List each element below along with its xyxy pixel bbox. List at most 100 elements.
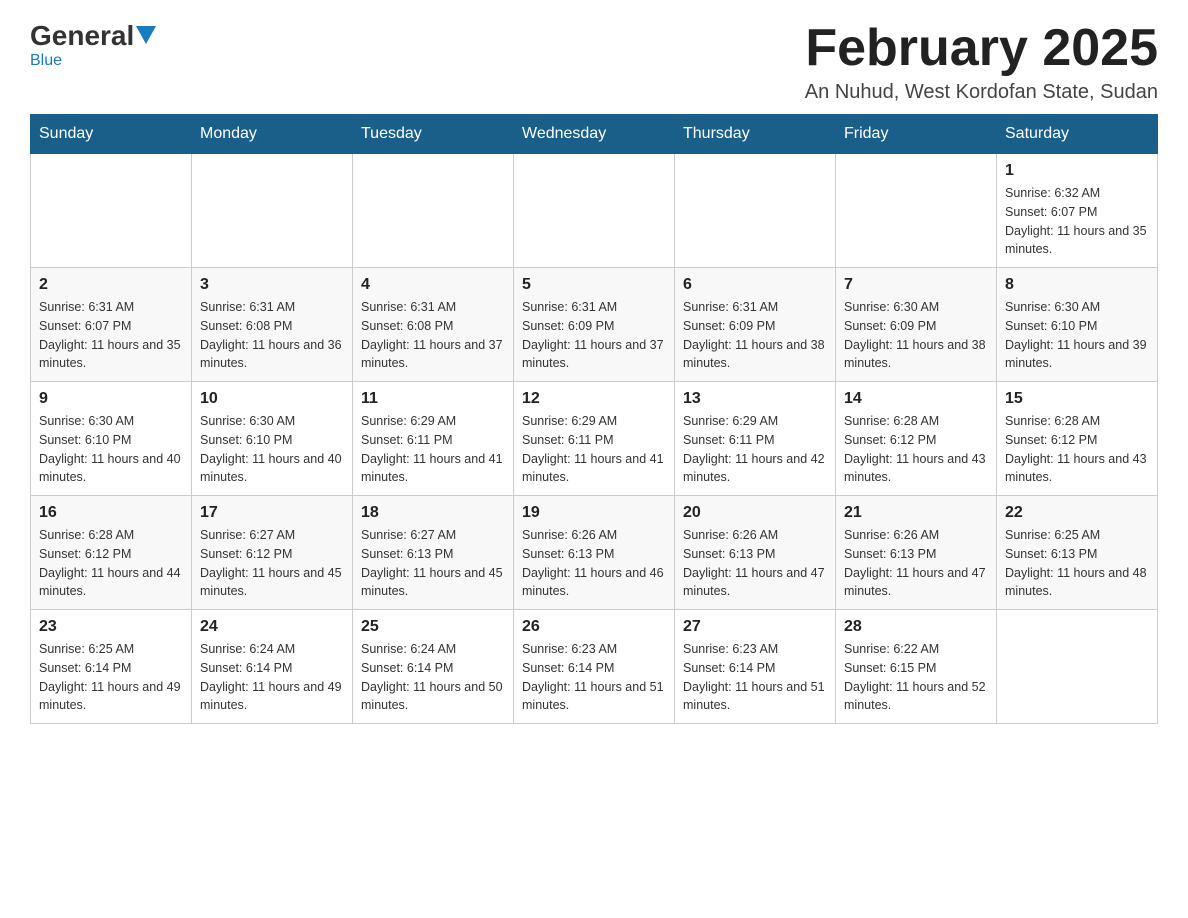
- day-info: Sunrise: 6:26 AMSunset: 6:13 PMDaylight:…: [522, 526, 666, 601]
- calendar-cell: 21 Sunrise: 6:26 AMSunset: 6:13 PMDayligh…: [836, 496, 997, 610]
- calendar-cell: 23 Sunrise: 6:25 AMSunset: 6:14 PMDayligh…: [31, 610, 192, 724]
- day-info: Sunrise: 6:26 AMSunset: 6:13 PMDaylight:…: [683, 526, 827, 601]
- calendar-cell: 8 Sunrise: 6:30 AMSunset: 6:10 PMDaylight…: [997, 268, 1158, 382]
- calendar-cell: 18 Sunrise: 6:27 AMSunset: 6:13 PMDayligh…: [353, 496, 514, 610]
- logo-blue-text: Blue: [30, 52, 62, 70]
- day-info: Sunrise: 6:31 AMSunset: 6:08 PMDaylight:…: [361, 298, 505, 373]
- calendar-cell: 20 Sunrise: 6:26 AMSunset: 6:13 PMDayligh…: [675, 496, 836, 610]
- day-info: Sunrise: 6:31 AMSunset: 6:09 PMDaylight:…: [683, 298, 827, 373]
- day-info: Sunrise: 6:27 AMSunset: 6:12 PMDaylight:…: [200, 526, 344, 601]
- calendar-cell: 10 Sunrise: 6:30 AMSunset: 6:10 PMDayligh…: [192, 382, 353, 496]
- weekday-header-row: SundayMondayTuesdayWednesdayThursdayFrid…: [31, 115, 1158, 154]
- day-number: 28: [844, 618, 988, 636]
- day-number: 24: [200, 618, 344, 636]
- calendar-cell: 26 Sunrise: 6:23 AMSunset: 6:14 PMDayligh…: [514, 610, 675, 724]
- calendar-cell: 5Sunrise: 6:31 AMSunset: 6:09 PMDaylight…: [514, 268, 675, 382]
- logo-general-text: General: [30, 20, 134, 52]
- day-info: Sunrise: 6:30 AMSunset: 6:09 PMDaylight:…: [844, 298, 988, 373]
- day-number: 27: [683, 618, 827, 636]
- day-number: 23: [39, 618, 183, 636]
- calendar-cell: 27 Sunrise: 6:23 AMSunset: 6:14 PMDayligh…: [675, 610, 836, 724]
- day-number: 22: [1005, 504, 1149, 522]
- calendar-cell: 9 Sunrise: 6:30 AMSunset: 6:10 PMDaylight…: [31, 382, 192, 496]
- calendar-cell: 6 Sunrise: 6:31 AMSunset: 6:09 PMDaylight…: [675, 268, 836, 382]
- day-number: 16: [39, 504, 183, 522]
- weekday-header-tuesday: Tuesday: [353, 115, 514, 154]
- day-number: 20: [683, 504, 827, 522]
- day-info: Sunrise: 6:29 AMSunset: 6:11 PMDaylight:…: [522, 412, 666, 487]
- day-info: Sunrise: 6:30 AMSunset: 6:10 PMDaylight:…: [200, 412, 344, 487]
- day-info: Sunrise: 6:30 AMSunset: 6:10 PMDaylight:…: [39, 412, 183, 487]
- title-block: February 2025 An Nuhud, West Kordofan St…: [805, 20, 1158, 104]
- day-info: Sunrise: 6:29 AMSunset: 6:11 PMDaylight:…: [361, 412, 505, 487]
- calendar-cell: 28 Sunrise: 6:22 AMSunset: 6:15 PMDayligh…: [836, 610, 997, 724]
- calendar-subtitle: An Nuhud, West Kordofan State, Sudan: [805, 81, 1158, 104]
- day-number: 11: [361, 390, 505, 408]
- day-info: Sunrise: 6:23 AMSunset: 6:14 PMDaylight:…: [683, 640, 827, 715]
- day-number: 14: [844, 390, 988, 408]
- day-info: Sunrise: 6:31 AMSunset: 6:07 PMDaylight:…: [39, 298, 183, 373]
- day-info: Sunrise: 6:31 AMSunset: 6:08 PMDaylight:…: [200, 298, 344, 373]
- calendar-cell: [31, 154, 192, 268]
- weekday-header-thursday: Thursday: [675, 115, 836, 154]
- weekday-header-monday: Monday: [192, 115, 353, 154]
- calendar-cell: 3 Sunrise: 6:31 AMSunset: 6:08 PMDaylight…: [192, 268, 353, 382]
- calendar-week-row: 23 Sunrise: 6:25 AMSunset: 6:14 PMDayligh…: [31, 610, 1158, 724]
- weekday-header-sunday: Sunday: [31, 115, 192, 154]
- calendar-cell: [514, 154, 675, 268]
- weekday-header-wednesday: Wednesday: [514, 115, 675, 154]
- calendar-cell: 22 Sunrise: 6:25 AMSunset: 6:13 PMDayligh…: [997, 496, 1158, 610]
- day-number: 19: [522, 504, 666, 522]
- day-info: Sunrise: 6:25 AMSunset: 6:13 PMDaylight:…: [1005, 526, 1149, 601]
- calendar-cell: 7 Sunrise: 6:30 AMSunset: 6:09 PMDaylight…: [836, 268, 997, 382]
- calendar-cell: 1Sunrise: 6:32 AMSunset: 6:07 PMDaylight…: [997, 154, 1158, 268]
- day-number: 17: [200, 504, 344, 522]
- day-number: 8: [1005, 276, 1149, 294]
- calendar-cell: 19 Sunrise: 6:26 AMSunset: 6:13 PMDayligh…: [514, 496, 675, 610]
- day-info: Sunrise: 6:22 AMSunset: 6:15 PMDaylight:…: [844, 640, 988, 715]
- day-info: Sunrise: 6:25 AMSunset: 6:14 PMDaylight:…: [39, 640, 183, 715]
- day-info: Sunrise: 6:24 AMSunset: 6:14 PMDaylight:…: [200, 640, 344, 715]
- logo: General Blue: [30, 20, 156, 70]
- calendar-cell: 17 Sunrise: 6:27 AMSunset: 6:12 PMDayligh…: [192, 496, 353, 610]
- calendar-cell: 4 Sunrise: 6:31 AMSunset: 6:08 PMDaylight…: [353, 268, 514, 382]
- day-number: 4: [361, 276, 505, 294]
- day-number: 13: [683, 390, 827, 408]
- day-info: Sunrise: 6:30 AMSunset: 6:10 PMDaylight:…: [1005, 298, 1149, 373]
- calendar-cell: 11 Sunrise: 6:29 AMSunset: 6:11 PMDayligh…: [353, 382, 514, 496]
- day-number: 21: [844, 504, 988, 522]
- day-number: 2: [39, 276, 183, 294]
- day-number: 18: [361, 504, 505, 522]
- page-header: General Blue February 2025 An Nuhud, Wes…: [30, 20, 1158, 104]
- calendar-cell: 15 Sunrise: 6:28 AMSunset: 6:12 PMDayligh…: [997, 382, 1158, 496]
- day-info: Sunrise: 6:31 AMSunset: 6:09 PMDaylight:…: [522, 298, 666, 373]
- calendar-week-row: 16 Sunrise: 6:28 AMSunset: 6:12 PMDayligh…: [31, 496, 1158, 610]
- calendar-cell: [997, 610, 1158, 724]
- day-info: Sunrise: 6:29 AMSunset: 6:11 PMDaylight:…: [683, 412, 827, 487]
- day-info: Sunrise: 6:32 AMSunset: 6:07 PMDaylight:…: [1005, 184, 1149, 259]
- day-info: Sunrise: 6:23 AMSunset: 6:14 PMDaylight:…: [522, 640, 666, 715]
- day-number: 10: [200, 390, 344, 408]
- calendar-cell: 14Sunrise: 6:28 AMSunset: 6:12 PMDayligh…: [836, 382, 997, 496]
- calendar-title: February 2025: [805, 20, 1158, 77]
- day-info: Sunrise: 6:27 AMSunset: 6:13 PMDaylight:…: [361, 526, 505, 601]
- day-number: 9: [39, 390, 183, 408]
- calendar-cell: [192, 154, 353, 268]
- calendar-cell: 13 Sunrise: 6:29 AMSunset: 6:11 PMDayligh…: [675, 382, 836, 496]
- day-number: 3: [200, 276, 344, 294]
- day-number: 6: [683, 276, 827, 294]
- calendar-cell: [353, 154, 514, 268]
- calendar-cell: [675, 154, 836, 268]
- day-info: Sunrise: 6:26 AMSunset: 6:13 PMDaylight:…: [844, 526, 988, 601]
- day-info: Sunrise: 6:24 AMSunset: 6:14 PMDaylight:…: [361, 640, 505, 715]
- day-info: Sunrise: 6:28 AMSunset: 6:12 PMDaylight:…: [1005, 412, 1149, 487]
- day-number: 26: [522, 618, 666, 636]
- logo-triangle-icon: [136, 26, 156, 44]
- day-number: 7: [844, 276, 988, 294]
- weekday-header-saturday: Saturday: [997, 115, 1158, 154]
- day-number: 15: [1005, 390, 1149, 408]
- day-number: 12: [522, 390, 666, 408]
- day-info: Sunrise: 6:28 AMSunset: 6:12 PMDaylight:…: [39, 526, 183, 601]
- weekday-header-friday: Friday: [836, 115, 997, 154]
- calendar-cell: 24 Sunrise: 6:24 AMSunset: 6:14 PMDayligh…: [192, 610, 353, 724]
